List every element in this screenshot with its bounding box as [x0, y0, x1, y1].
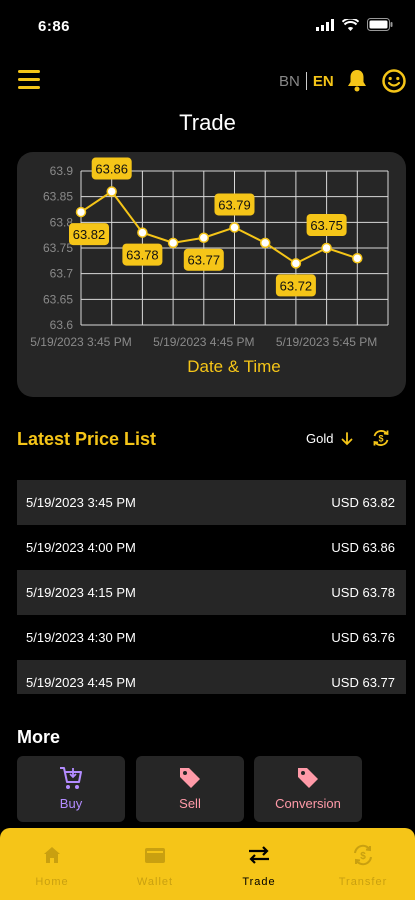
lang-divider [305, 72, 307, 90]
y-tick-label: 63.85 [43, 190, 73, 204]
data-label-text: 63.86 [95, 162, 128, 177]
profile-smiley-icon[interactable] [381, 68, 407, 94]
conversion-label: Conversion [275, 796, 341, 811]
top-nav: BN EN [0, 64, 415, 98]
data-label: 63.72 [275, 274, 316, 297]
wallet-icon [145, 848, 165, 863]
price-row-value: USD 63.76 [331, 630, 395, 645]
data-point [229, 222, 240, 233]
price-row[interactable]: 5/19/2023 4:30 PM USD 63.76 [17, 615, 406, 660]
tab-wallet[interactable]: Wallet [115, 842, 195, 888]
x-tick-label: 5/19/2023 5:45 PM [276, 335, 377, 349]
data-label-text: 63.79 [218, 197, 251, 212]
transfer-icon: $ [354, 844, 372, 866]
bottom-tab-bar: Home Wallet Trade $ Transfer [0, 828, 415, 900]
price-row-value: USD 63.86 [331, 540, 395, 555]
hamburger-menu-icon[interactable] [18, 70, 42, 92]
price-chart-card: 63.9 63.85 63.8 63.75 63.7 63.65 63.6 5/19/202… [17, 152, 406, 397]
data-point [321, 242, 332, 254]
signal-icon [316, 18, 334, 31]
price-line-chart: 63.963.8563.863.7563.763.6563.6 5/19/202… [30, 157, 389, 376]
sell-button[interactable]: Sell [136, 756, 244, 822]
data-point [198, 232, 210, 243]
lang-bn-option[interactable]: BN [279, 73, 300, 90]
metal-filter-dropdown[interactable]: Gold [306, 431, 353, 446]
battery-icon [367, 18, 393, 31]
data-label: 63.82 [69, 223, 109, 246]
filter-label: Gold [306, 431, 334, 446]
price-row[interactable]: 5/19/2023 4:45 PM USD 63.77 [17, 660, 406, 694]
price-row[interactable]: 5/19/2023 3:45 PM USD 63.82 [17, 480, 406, 525]
y-tick-label: 63.75 [43, 241, 73, 255]
price-row-date: 5/19/2023 3:45 PM [26, 495, 136, 510]
data-point [106, 186, 117, 197]
data-label-text: 63.77 [188, 253, 221, 268]
page-title: Trade [179, 110, 236, 135]
price-row-date: 5/19/2023 4:30 PM [26, 630, 136, 645]
chart-x-axis-label: Date & Time [187, 357, 281, 376]
price-row-value: USD 63.82 [331, 495, 395, 510]
price-row[interactable]: 5/19/2023 4:00 PM USD 63.86 [17, 525, 406, 570]
status-icons [316, 18, 393, 31]
data-label-text: 63.72 [280, 278, 313, 293]
data-label: 63.86 [91, 157, 132, 180]
more-section-title: More [17, 727, 61, 747]
data-label: 63.78 [122, 243, 163, 266]
price-row[interactable]: 5/19/2023 4:15 PM USD 63.78 [17, 570, 406, 615]
currency-exchange-icon[interactable]: $ [371, 428, 391, 448]
lang-en-option[interactable]: EN [313, 73, 334, 90]
price-row-date: 5/19/2023 4:45 PM [26, 675, 136, 690]
language-switch: BN EN [279, 72, 334, 90]
tab-trade[interactable]: Trade [219, 842, 299, 888]
data-label: 63.79 [214, 193, 255, 216]
status-bar: 6:86 [0, 0, 415, 54]
data-point [167, 237, 179, 249]
svg-text:$: $ [360, 851, 366, 862]
tab-home-label: Home [35, 876, 69, 888]
x-tick-label: 5/19/2023 3:45 PM [30, 335, 131, 349]
data-label: 63.75 [306, 214, 347, 236]
data-point [290, 258, 302, 269]
cart-icon [60, 767, 82, 789]
sell-label: Sell [179, 796, 201, 811]
tab-transfer-label: Transfer [338, 876, 388, 888]
data-point [352, 253, 363, 264]
x-tick-label: 5/19/2023 4:45 PM [153, 335, 254, 349]
y-tick-label: 63.7 [50, 267, 74, 281]
tag-icon [298, 768, 318, 788]
home-icon [44, 847, 60, 863]
latest-price-list-title: Latest Price List [17, 429, 157, 449]
data-label: 63.77 [183, 248, 224, 271]
data-point [259, 237, 271, 249]
data-point [75, 206, 87, 218]
tab-trade-label: Trade [242, 876, 276, 888]
svg-text:$: $ [378, 434, 383, 444]
swap-icon [249, 846, 269, 864]
buy-label: Buy [59, 796, 83, 811]
data-label-text: 63.82 [73, 227, 106, 242]
conversion-button[interactable]: Conversion [254, 756, 362, 822]
data-label-text: 63.75 [310, 218, 343, 233]
status-time: 6:86 [38, 18, 71, 35]
price-row-value: USD 63.78 [331, 585, 395, 600]
price-list: 5/19/2023 3:45 PM USD 63.82 5/19/2023 4:… [17, 480, 406, 694]
tab-wallet-label: Wallet [136, 876, 174, 888]
price-row-date: 5/19/2023 4:15 PM [26, 585, 136, 600]
arrow-down-icon [342, 431, 353, 445]
y-tick-label: 63.6 [50, 318, 74, 332]
price-row-value: USD 63.77 [331, 675, 395, 690]
y-tick-label: 63.9 [50, 164, 74, 178]
price-row-date: 5/19/2023 4:00 PM [26, 540, 136, 555]
bell-icon[interactable] [346, 68, 368, 92]
y-tick-label: 63.65 [43, 292, 73, 306]
wifi-icon [342, 18, 359, 31]
tab-transfer[interactable]: $ Transfer [323, 842, 403, 888]
data-point [137, 227, 148, 238]
tag-icon [180, 768, 200, 788]
tab-home[interactable]: Home [12, 842, 92, 888]
buy-button[interactable]: Buy [17, 756, 125, 822]
data-label-text: 63.78 [126, 248, 159, 263]
